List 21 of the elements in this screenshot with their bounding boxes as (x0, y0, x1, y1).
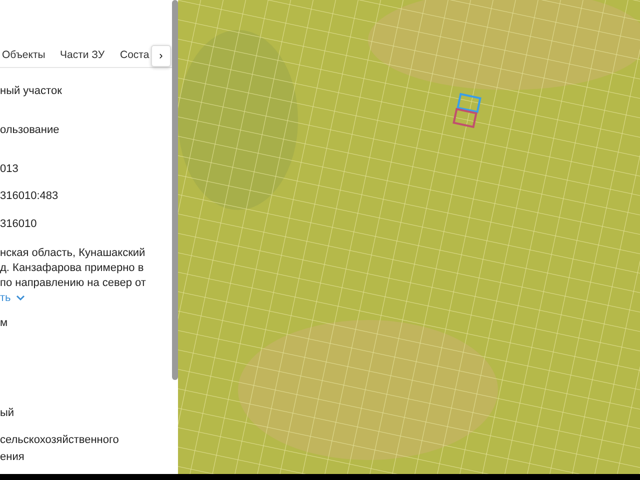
field-value: ый (0, 406, 16, 421)
field-value: м (0, 316, 9, 331)
field-value: ения (0, 450, 26, 465)
field-value: ный участок (0, 84, 63, 99)
parcel-outline[interactable] (452, 108, 478, 128)
tab[interactable]: Объекты (2, 48, 60, 64)
satellite-map[interactable] (178, 0, 640, 474)
field-value: 316010:483 (0, 189, 60, 204)
chevron-down-icon[interactable] (16, 295, 25, 302)
field-value: д. Канзафарова примерно в (0, 261, 145, 276)
field-value: сельскохозяйственного (0, 433, 120, 448)
field-value: 316010 (0, 217, 38, 232)
scroll-tabs-button[interactable]: › (151, 45, 171, 67)
field-value: нская область, Кунашакский (0, 246, 146, 261)
scrollbar-thumb[interactable] (172, 0, 178, 380)
field-value: ользование (0, 123, 60, 138)
parcel-outline[interactable] (456, 92, 482, 114)
tab[interactable]: Соста (120, 48, 150, 64)
field-value: 013 (0, 162, 20, 177)
field-value: по направлению на север от (0, 276, 147, 291)
tab[interactable]: Части ЗУ (60, 48, 120, 64)
